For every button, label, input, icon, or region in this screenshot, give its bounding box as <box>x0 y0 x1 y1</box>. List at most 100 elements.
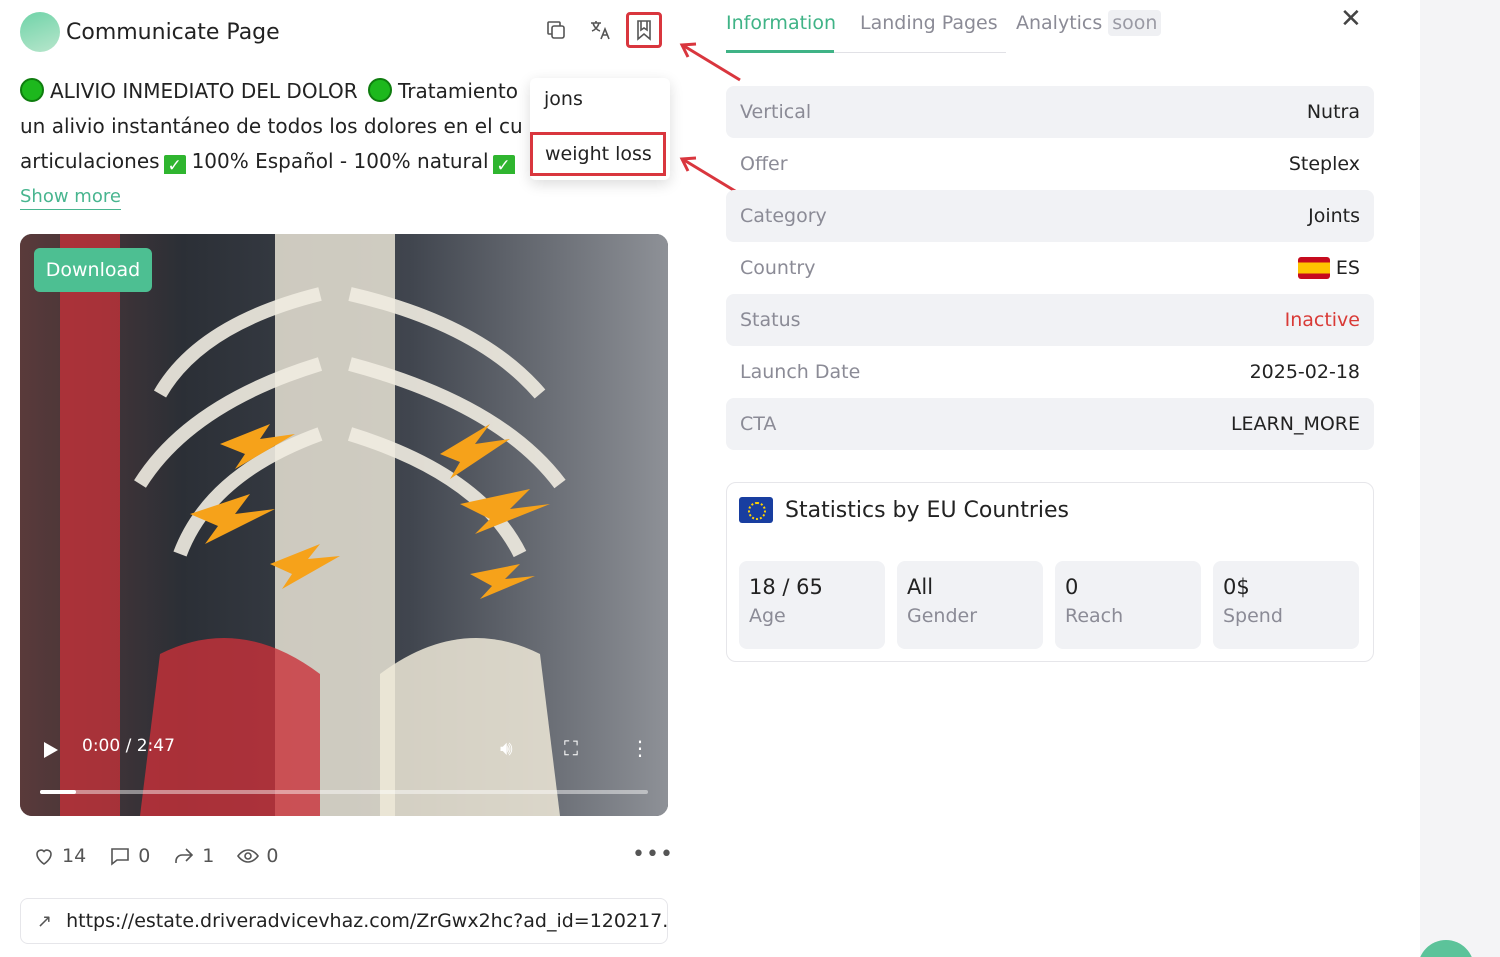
comments-metric[interactable]: 0 <box>108 844 150 868</box>
info-row-category: Category Joints <box>726 190 1374 242</box>
info-label: Status <box>740 309 801 331</box>
video-progress-track[interactable] <box>40 790 648 794</box>
eye-icon <box>237 849 260 863</box>
views-metric[interactable]: 0 <box>236 844 278 868</box>
info-label: Launch Date <box>740 361 861 383</box>
stats-title: Statistics by EU Countries <box>785 497 1070 523</box>
download-button[interactable]: Download <box>34 248 152 292</box>
info-label: Country <box>740 257 816 279</box>
info-label: CTA <box>740 413 777 435</box>
bookmark-folder-popup: jons weight loss <box>530 78 670 180</box>
play-icon[interactable] <box>44 742 58 758</box>
info-value: Nutra <box>1306 101 1360 123</box>
heart-icon <box>36 849 52 865</box>
page-name: Communicate Page <box>66 19 280 45</box>
video-time: 0:00 / 2:47 <box>82 736 175 756</box>
landing-link[interactable]: ↗ https://estate.driveradvicevhaz.com/Zr… <box>20 898 668 944</box>
stat-value: 0 <box>1065 575 1079 599</box>
checkmark-icon: ✓ <box>163 155 186 174</box>
stat-reach: 0 Reach <box>1055 561 1201 649</box>
likes-metric[interactable]: 14 <box>32 844 86 868</box>
stat-age: 18 / 65 Age <box>739 561 885 649</box>
shares-metric[interactable]: 1 <box>172 844 214 868</box>
country-code: ES <box>1335 257 1360 279</box>
comments-count: 0 <box>138 845 151 867</box>
share-icon <box>175 848 194 863</box>
ad-text-segment: 100% Español - 100% natural <box>191 149 489 173</box>
info-value: Joints <box>1308 205 1360 227</box>
ad-text-segment: articulaciones <box>20 149 160 173</box>
translate-icon <box>591 21 610 40</box>
ad-toolbar <box>538 12 662 48</box>
stat-label: Age <box>749 605 786 627</box>
more-options-icon[interactable]: ••• <box>632 842 674 867</box>
bookmark-button[interactable] <box>626 12 662 48</box>
side-panel-strip <box>1420 0 1500 957</box>
tab-landing-pages[interactable]: Landing Pages <box>860 12 998 34</box>
stat-label: Gender <box>907 605 978 627</box>
shares-count: 1 <box>202 845 215 867</box>
engagement-metrics: 14 0 1 0 <box>32 844 300 868</box>
comment-icon <box>111 848 129 866</box>
checkmark-icon: ✓ <box>492 155 515 174</box>
video-progress-fill <box>40 790 77 794</box>
ad-text-segment: ALIVIO INMEDIATO DEL DOLOR <box>50 79 358 103</box>
ad-details-screen: Communicate Page ALIVIO INMEDIATO DEL DO… <box>0 0 1500 957</box>
info-row-launch-date: Launch Date 2025-02-18 <box>726 346 1374 398</box>
translate-button[interactable] <box>582 12 618 48</box>
tab-analytics[interactable]: Analytics soon <box>1016 10 1162 36</box>
green-circle-icon <box>20 78 44 102</box>
folder-option-weight-loss[interactable]: weight loss <box>530 132 666 176</box>
tab-information[interactable]: Information <box>726 12 836 34</box>
soon-badge: soon <box>1108 10 1162 36</box>
video-controls: 0:00 / 2:47 🔊︎ ⛶ ⋮ <box>20 726 668 816</box>
landing-url: https://estate.driveradvicevhaz.com/ZrGw… <box>66 910 668 932</box>
stat-value: All <box>907 575 934 599</box>
show-more-link[interactable]: Show more <box>20 186 121 210</box>
likes-count: 14 <box>62 845 87 867</box>
external-link-icon: ↗ <box>37 910 53 932</box>
tab-analytics-label: Analytics <box>1016 12 1103 34</box>
fullscreen-icon[interactable]: ⛶ <box>564 736 578 760</box>
status-value: Inactive <box>1284 309 1360 331</box>
info-value: Steplex <box>1288 153 1360 175</box>
info-label: Category <box>740 205 827 227</box>
stat-label: Spend <box>1223 605 1283 627</box>
ad-description: ALIVIO INMEDIATO DEL DOLOR Tratamiento i… <box>20 74 522 174</box>
eu-flag-icon <box>739 497 773 523</box>
stat-spend: 0$ Spend <box>1213 561 1359 649</box>
page-avatar <box>20 12 60 52</box>
info-label: Offer <box>740 153 788 175</box>
info-row-country: Country ES <box>726 242 1374 294</box>
page-header: Communicate Page <box>20 12 280 52</box>
copy-button[interactable] <box>538 12 574 48</box>
green-circle-icon <box>368 78 393 102</box>
ad-text-line: un alivio instantáneo de todos los dolor… <box>20 114 522 138</box>
stats-header: Statistics by EU Countries <box>739 497 1069 523</box>
eu-statistics-card: Statistics by EU Countries 18 / 65 Age A… <box>726 482 1374 662</box>
info-row-cta: CTA LEARN_MORE <box>726 398 1374 450</box>
stat-value: 18 / 65 <box>749 575 823 599</box>
bookmark-icon <box>637 20 651 41</box>
info-row-offer: Offer Steplex <box>726 138 1374 190</box>
info-row-status: Status Inactive <box>726 294 1374 346</box>
ad-video-player[interactable]: Download 0:00 / 2:47 🔊︎ ⛶ ⋮ <box>20 234 668 816</box>
views-count: 0 <box>266 845 279 867</box>
close-icon[interactable]: ✕ <box>1340 4 1362 34</box>
copy-icon <box>547 21 565 39</box>
details-tabs: Information Landing Pages Analytics soon <box>726 0 1374 54</box>
stat-gender: All Gender <box>897 561 1043 649</box>
video-menu-icon[interactable]: ⋮ <box>630 736 650 760</box>
spain-flag-icon <box>1297 257 1330 279</box>
info-value: LEARN_MORE <box>1230 413 1360 435</box>
info-value: 2025-02-18 <box>1249 361 1360 383</box>
ad-text-segment: Tratamiento ir <box>398 79 522 103</box>
stat-value: 0$ <box>1223 575 1250 599</box>
stat-label: Reach <box>1065 605 1124 627</box>
folder-option-jons[interactable]: jons <box>544 88 583 110</box>
active-tab-indicator <box>726 50 834 53</box>
volume-icon[interactable]: 🔊︎ <box>500 736 513 760</box>
info-value-country: ES <box>1297 257 1360 279</box>
ad-text-segment: Di <box>521 149 522 173</box>
info-row-vertical: Vertical Nutra <box>726 86 1374 138</box>
